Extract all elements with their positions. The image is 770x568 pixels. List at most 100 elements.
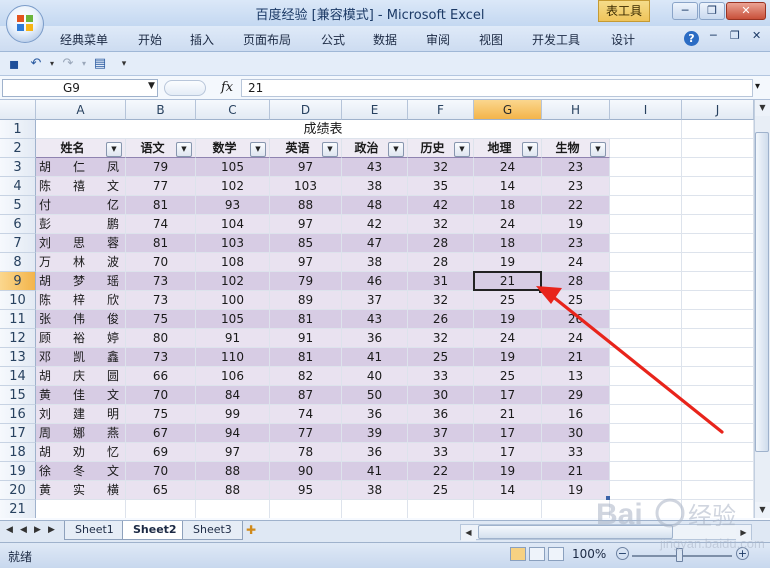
- cell[interactable]: [610, 215, 682, 234]
- filter-dropdown-icon[interactable]: ▼: [388, 142, 404, 157]
- name-cell[interactable]: 黄佳文: [36, 386, 126, 405]
- score-cell[interactable]: 38: [342, 177, 408, 196]
- cell[interactable]: [682, 139, 754, 158]
- score-cell[interactable]: 74: [270, 405, 342, 424]
- score-cell[interactable]: 17: [474, 386, 542, 405]
- scroll-up-icon[interactable]: ▼: [755, 100, 770, 116]
- select-all-corner[interactable]: [0, 100, 36, 120]
- row-header-17[interactable]: 17: [0, 424, 36, 443]
- table-title[interactable]: 成绩表: [36, 120, 610, 139]
- redo-icon[interactable]: ↷: [60, 56, 76, 72]
- tab-page-layout[interactable]: 页面布局: [243, 31, 291, 48]
- cell[interactable]: [610, 386, 682, 405]
- score-cell[interactable]: 81: [126, 234, 196, 253]
- score-cell[interactable]: 81: [270, 348, 342, 367]
- name-cell[interactable]: 胡仁凤: [36, 158, 126, 177]
- score-cell[interactable]: 30: [408, 386, 474, 405]
- name-cell[interactable]: 顾裕婷: [36, 329, 126, 348]
- name-cell[interactable]: 邓凯鑫: [36, 348, 126, 367]
- name-cell[interactable]: 付 亿: [36, 196, 126, 215]
- name-cell[interactable]: 胡庆圆: [36, 367, 126, 386]
- cell[interactable]: [36, 500, 126, 518]
- column-header-h[interactable]: H: [542, 100, 610, 120]
- row-header-2[interactable]: 2: [0, 139, 36, 158]
- tab-data[interactable]: 数据: [373, 31, 397, 48]
- name-cell[interactable]: 刘思蓉: [36, 234, 126, 253]
- insert-sheet-icon[interactable]: ✚: [246, 523, 256, 537]
- filter-dropdown-icon[interactable]: ▼: [454, 142, 470, 157]
- column-header-d[interactable]: D: [270, 100, 342, 120]
- cell[interactable]: [682, 253, 754, 272]
- score-cell[interactable]: 97: [270, 215, 342, 234]
- score-cell[interactable]: 75: [126, 405, 196, 424]
- ribbon-restore-icon[interactable]: ❐: [730, 29, 740, 42]
- expand-formula-bar-icon[interactable]: ▾: [755, 81, 760, 92]
- cell[interactable]: [682, 386, 754, 405]
- score-cell[interactable]: 22: [542, 196, 610, 215]
- column-header-i[interactable]: I: [610, 100, 682, 120]
- cell[interactable]: [682, 367, 754, 386]
- score-cell[interactable]: 70: [126, 386, 196, 405]
- score-cell[interactable]: 81: [270, 310, 342, 329]
- tab-view[interactable]: 视图: [479, 31, 503, 48]
- score-cell[interactable]: 50: [342, 386, 408, 405]
- score-cell[interactable]: 33: [408, 443, 474, 462]
- score-cell[interactable]: 73: [126, 291, 196, 310]
- score-cell[interactable]: 36: [342, 443, 408, 462]
- table-header[interactable]: 姓名 ▼: [36, 139, 126, 158]
- score-cell[interactable]: 70: [126, 462, 196, 481]
- name-box-dropdown-icon[interactable]: ▼: [148, 81, 155, 91]
- score-cell[interactable]: 24: [474, 329, 542, 348]
- score-cell[interactable]: 105: [196, 310, 270, 329]
- row-header-16[interactable]: 16: [0, 405, 36, 424]
- score-cell[interactable]: 97: [196, 443, 270, 462]
- score-cell[interactable]: 103: [270, 177, 342, 196]
- tab-formulas[interactable]: 公式: [321, 31, 345, 48]
- restore-button[interactable]: ❐: [699, 2, 725, 20]
- cell[interactable]: [196, 500, 270, 518]
- cell[interactable]: [682, 462, 754, 481]
- filter-dropdown-icon[interactable]: ▼: [590, 142, 606, 157]
- cell[interactable]: [610, 177, 682, 196]
- cell[interactable]: [610, 462, 682, 481]
- score-cell[interactable]: 75: [126, 310, 196, 329]
- close-button[interactable]: ✕: [726, 2, 766, 20]
- score-cell[interactable]: 73: [126, 348, 196, 367]
- row-header-10[interactable]: 10: [0, 291, 36, 310]
- score-cell[interactable]: 95: [270, 481, 342, 500]
- row-header-19[interactable]: 19: [0, 462, 36, 481]
- tab-review[interactable]: 审阅: [426, 31, 450, 48]
- cell[interactable]: [610, 158, 682, 177]
- score-cell[interactable]: 82: [270, 367, 342, 386]
- name-cell[interactable]: 胡劝忆: [36, 443, 126, 462]
- score-cell[interactable]: 106: [196, 367, 270, 386]
- score-cell[interactable]: 25: [408, 348, 474, 367]
- cell[interactable]: [342, 500, 408, 518]
- score-cell[interactable]: 33: [408, 367, 474, 386]
- score-cell[interactable]: 93: [196, 196, 270, 215]
- score-cell[interactable]: 48: [342, 196, 408, 215]
- score-cell[interactable]: 19: [542, 215, 610, 234]
- score-cell[interactable]: 47: [342, 234, 408, 253]
- score-cell[interactable]: 90: [270, 462, 342, 481]
- page-break-view-icon[interactable]: [548, 547, 564, 561]
- office-button[interactable]: [6, 5, 44, 43]
- score-cell[interactable]: 88: [196, 462, 270, 481]
- insert-function-icon[interactable]: fx: [221, 80, 233, 95]
- vertical-scroll-thumb[interactable]: [755, 132, 769, 452]
- filter-dropdown-icon[interactable]: ▼: [176, 142, 192, 157]
- score-cell[interactable]: 25: [474, 291, 542, 310]
- column-header-j[interactable]: J: [682, 100, 754, 120]
- score-cell[interactable]: 39: [342, 424, 408, 443]
- score-cell[interactable]: 36: [342, 329, 408, 348]
- cell[interactable]: [610, 196, 682, 215]
- table-header[interactable]: 历史 ▼: [408, 139, 474, 158]
- score-cell[interactable]: 88: [270, 196, 342, 215]
- cell[interactable]: [610, 139, 682, 158]
- row-header-4[interactable]: 4: [0, 177, 36, 196]
- column-header-e[interactable]: E: [342, 100, 408, 120]
- score-cell[interactable]: 23: [542, 177, 610, 196]
- scroll-left-icon[interactable]: ◀: [461, 525, 476, 541]
- score-cell[interactable]: 19: [474, 310, 542, 329]
- score-cell[interactable]: 30: [542, 424, 610, 443]
